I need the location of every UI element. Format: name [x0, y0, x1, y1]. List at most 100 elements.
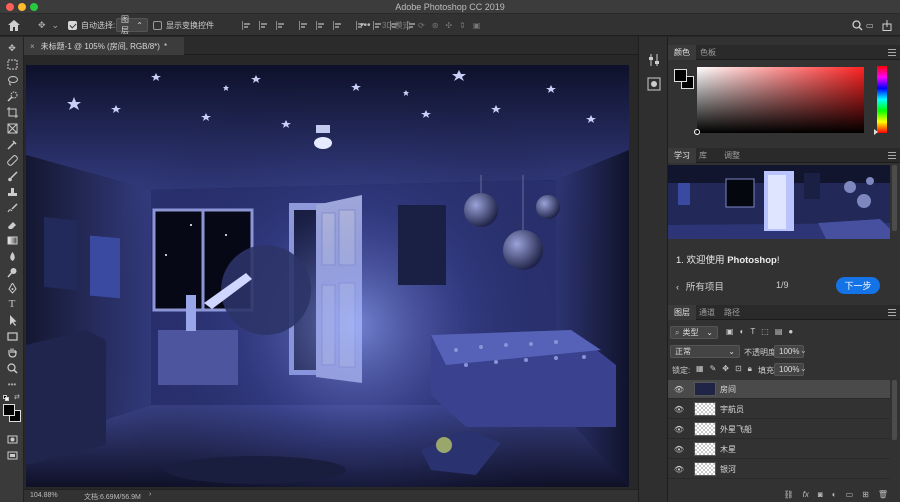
layer-style-icon[interactable]: fx [803, 490, 809, 499]
3d-slide-icon[interactable]: ⇕ [459, 21, 466, 30]
hue-slider-marker[interactable] [874, 129, 878, 135]
healing-brush-tool-icon[interactable] [3, 153, 21, 167]
visibility-eye-icon[interactable]: 👁︎ [668, 385, 690, 394]
tab-learn[interactable]: 学习 [668, 148, 696, 163]
hand-tool-icon[interactable] [3, 345, 21, 359]
layer-row[interactable]: 👁︎ 木星 [668, 440, 890, 459]
status-arrow-icon[interactable]: › [149, 491, 151, 498]
frame-tool-icon[interactable] [3, 121, 21, 135]
rectangle-tool-icon[interactable] [3, 329, 21, 343]
auto-select-checkbox[interactable] [68, 20, 77, 30]
learn-scrollbar[interactable] [892, 165, 897, 231]
eyedropper-tool-icon[interactable] [3, 137, 21, 151]
align-center-icon[interactable] [259, 20, 268, 30]
tab-layers[interactable]: 图层 [668, 305, 696, 320]
zoom-level[interactable]: 104.88% [30, 492, 58, 499]
align-bottom-icon[interactable] [333, 20, 342, 30]
hue-slider[interactable] [877, 66, 887, 133]
adjustment-filter-icon[interactable]: ◐ [740, 327, 745, 336]
share-icon[interactable] [882, 18, 892, 32]
all-items-link[interactable]: ‹ 所有项目 [676, 279, 724, 293]
search-icon[interactable] [852, 18, 863, 32]
layer-row[interactable]: 👁︎ 房间 [668, 380, 890, 399]
smart-object-filter-icon[interactable]: ▤ [775, 327, 783, 336]
home-icon[interactable] [8, 18, 20, 32]
new-group-icon[interactable]: ▭ [846, 490, 854, 499]
add-mask-icon[interactable]: ◙ [818, 490, 823, 499]
blend-mode-dropdown[interactable]: 正常 ⌄ [670, 345, 740, 358]
tab-paths[interactable]: 路径 [718, 305, 746, 320]
path-selection-tool-icon[interactable] [3, 313, 21, 327]
document-tab[interactable]: × 未标题-1 @ 105% (房间, RGB/8*) * [24, 37, 184, 55]
adjustment-layer-icon[interactable]: ◐ [832, 490, 837, 499]
lock-transparent-icon[interactable]: ▦ [696, 364, 704, 374]
chevron-down-icon[interactable]: ⌄ [800, 364, 807, 373]
3d-scale-icon[interactable]: ▣ [473, 21, 481, 30]
layer-filter-dropdown[interactable]: ⌕ 类型 ⌄ [670, 326, 718, 339]
3d-pan-icon[interactable]: ✣ [445, 21, 452, 30]
quick-selection-tool-icon[interactable] [3, 89, 21, 103]
tab-color[interactable]: 颜色 [668, 45, 696, 60]
auto-select-toggle[interactable]: 自动选择: [68, 18, 115, 32]
3d-roll-icon[interactable]: ⊛ [432, 21, 439, 30]
more-options-icon[interactable]: ••• [360, 18, 371, 32]
shape-filter-icon[interactable]: ⬚ [761, 327, 769, 336]
properties-panel-icon[interactable] [647, 53, 661, 67]
layer-row[interactable]: 👁︎ 宇航员 [668, 400, 890, 419]
layer-row[interactable]: 👁︎ 外星飞船 [668, 420, 890, 439]
lock-pixels-icon[interactable]: ✎ [710, 364, 717, 374]
new-layer-icon[interactable]: ⊞ [862, 490, 869, 499]
show-transform-checkbox[interactable] [153, 20, 162, 30]
align-middle-icon[interactable] [316, 20, 325, 30]
move-tool-icon[interactable]: ✥ [3, 41, 21, 55]
crop-tool-icon[interactable] [3, 105, 21, 119]
align-top-icon[interactable] [299, 20, 308, 30]
marquee-tool-icon[interactable] [3, 57, 21, 71]
default-colors-icon[interactable] [3, 395, 10, 402]
color-picker-marker[interactable] [694, 129, 700, 135]
swap-colors-icon[interactable]: ⇄ [14, 393, 20, 401]
filter-toggle-icon[interactable]: ● [788, 327, 793, 336]
move-tool-preset[interactable]: ✥ ⌄ [38, 18, 59, 32]
zoom-tool-icon[interactable] [3, 361, 21, 375]
lock-artboard-icon[interactable]: ⊡ [735, 364, 742, 374]
eraser-tool-icon[interactable] [3, 217, 21, 231]
foreground-color[interactable] [674, 69, 687, 82]
type-filter-icon[interactable]: T [750, 327, 755, 336]
delete-layer-icon[interactable]: 🗑︎ [878, 490, 888, 499]
more-tools-icon[interactable]: ••• [3, 377, 21, 391]
clone-stamp-tool-icon[interactable] [3, 185, 21, 199]
foreground-color-swatch[interactable] [3, 404, 15, 416]
panel-menu-icon[interactable] [888, 309, 896, 316]
tab-swatches[interactable]: 色板 [694, 45, 722, 60]
link-layers-icon[interactable]: ⛓︎ [784, 490, 794, 499]
tab-libraries[interactable]: 库 [693, 148, 713, 163]
visibility-eye-icon[interactable]: 👁︎ [668, 445, 690, 454]
document-canvas[interactable] [26, 65, 629, 487]
lock-position-icon[interactable]: ✥ [722, 364, 729, 374]
close-tab-icon[interactable]: × [30, 42, 35, 51]
auto-select-target-dropdown[interactable]: 图层 ⌃ [116, 15, 148, 35]
layers-scrollbar[interactable] [892, 380, 897, 440]
3d-orbit-icon[interactable]: ⟳ [418, 21, 425, 30]
history-brush-tool-icon[interactable] [3, 201, 21, 215]
tab-adjustments[interactable]: 调整 [718, 148, 746, 163]
quick-mask-icon[interactable] [3, 432, 21, 446]
color-field[interactable] [697, 67, 864, 133]
next-step-button[interactable]: 下一步 [836, 277, 880, 294]
visibility-eye-icon[interactable]: 👁︎ [668, 405, 690, 414]
align-right-icon[interactable] [276, 20, 285, 30]
panel-menu-icon[interactable] [888, 152, 896, 159]
distribute-center-icon[interactable] [373, 20, 382, 30]
show-transform-toggle[interactable]: 显示变换控件 [153, 18, 214, 32]
lasso-tool-icon[interactable] [3, 73, 21, 87]
visibility-eye-icon[interactable]: 👁︎ [668, 465, 690, 474]
brush-tool-icon[interactable] [3, 169, 21, 183]
pixel-filter-icon[interactable]: ▣ [726, 327, 734, 336]
visibility-eye-icon[interactable]: 👁︎ [668, 425, 690, 434]
blur-tool-icon[interactable] [3, 249, 21, 263]
dodge-tool-icon[interactable] [3, 265, 21, 279]
adjustments-panel-icon[interactable] [647, 77, 661, 91]
pen-tool-icon[interactable] [3, 281, 21, 295]
type-tool-icon[interactable]: T [3, 297, 21, 311]
